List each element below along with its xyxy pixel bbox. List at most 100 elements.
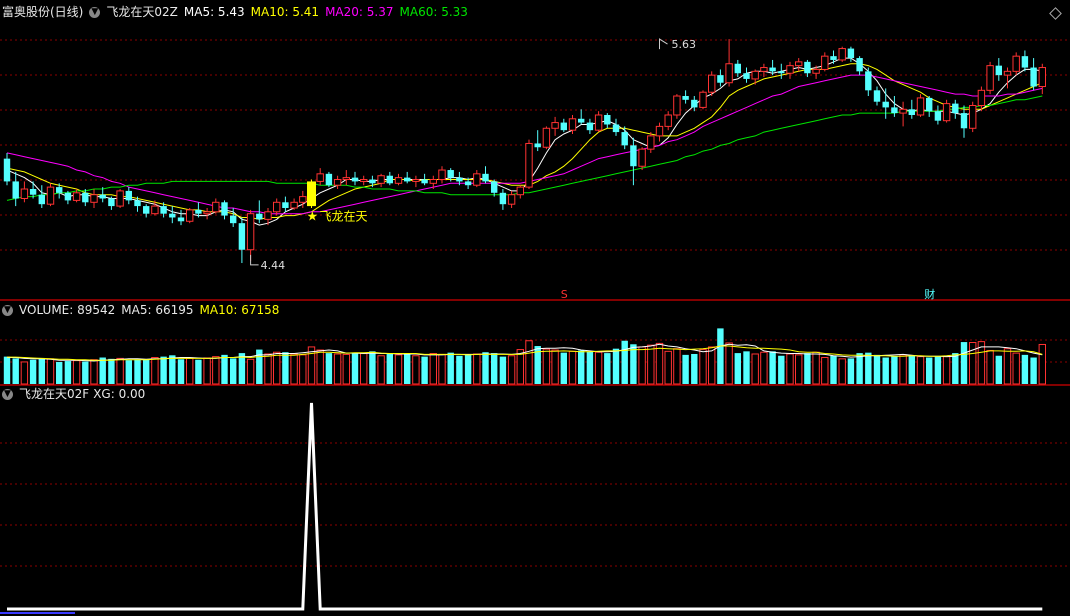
chevron-down-icon[interactable]: ▼ <box>2 389 13 400</box>
volume-bar <box>482 352 489 384</box>
candle-body <box>804 61 811 74</box>
volume-bar <box>82 361 89 384</box>
volume-bar <box>1038 343 1046 385</box>
volume-bar <box>360 353 368 385</box>
s-marker[interactable]: S <box>561 288 568 301</box>
candle-body <box>421 179 428 184</box>
volume-bar <box>560 352 567 384</box>
chevron-down-icon[interactable]: ▼ <box>2 305 13 316</box>
candle-body <box>108 198 115 207</box>
candle-body <box>795 61 803 67</box>
candle-body <box>499 192 507 205</box>
volume-bar <box>273 351 281 385</box>
volume-bar <box>377 355 385 385</box>
candle-body <box>838 48 846 61</box>
candle-body <box>594 114 603 131</box>
volume-bar <box>316 349 324 385</box>
volume-bar <box>804 353 811 384</box>
indicator-name[interactable]: 飞龙在天02Z <box>106 5 178 19</box>
candle-body <box>56 187 63 193</box>
candle-body <box>743 73 750 79</box>
main-header: 富奥股份(日线) ▼ 飞龙在天02Z MA5: 5.43 MA10: 5.41 MA20:… <box>0 4 474 20</box>
volume-bar <box>769 351 776 384</box>
candle-body <box>290 201 298 209</box>
candle-body <box>134 200 141 207</box>
volume-bar <box>212 356 220 385</box>
signal-header: ▼ 飞龙在天02F XG: 0.00 <box>2 386 151 402</box>
candle-body <box>847 48 855 59</box>
volume-bar <box>386 353 393 384</box>
xg-signal-line <box>7 402 1043 611</box>
candle-body <box>230 215 237 224</box>
volume-bar <box>586 351 594 384</box>
candle-body <box>812 68 820 74</box>
volume-bar <box>525 340 533 385</box>
volume-bar <box>542 348 551 385</box>
candle-body <box>282 202 289 208</box>
volume-bar <box>1003 348 1012 385</box>
finance-marker[interactable]: 财 <box>924 287 935 301</box>
candle-body <box>604 114 611 125</box>
candle-body <box>333 179 342 186</box>
candle-body <box>699 91 707 108</box>
volume-bar <box>20 361 29 385</box>
candle-body <box>786 65 794 74</box>
candle-body <box>891 107 898 114</box>
volume-bar <box>568 350 577 385</box>
volume-bar <box>873 354 881 384</box>
chevron-down-icon[interactable]: ▼ <box>89 7 101 18</box>
candle-body <box>351 177 359 182</box>
star-icon: ★ <box>307 210 319 225</box>
xg-signal-path <box>7 402 1043 611</box>
candle-body <box>969 105 977 129</box>
candle-body <box>342 177 351 181</box>
volume-bar <box>473 353 481 385</box>
volume-bar <box>664 350 672 385</box>
candle-body <box>578 118 585 123</box>
volume-bar <box>717 328 724 384</box>
candle-body <box>3 158 11 182</box>
volume-bar <box>499 356 507 384</box>
candle-body <box>655 125 664 137</box>
volume-bar <box>838 358 846 385</box>
candle-body <box>212 201 220 213</box>
candle-body <box>691 99 698 108</box>
candle-body <box>926 97 933 112</box>
candle-body <box>882 101 889 108</box>
volume-bar <box>456 355 463 384</box>
stock-name[interactable]: 富奥股份(日线) <box>2 5 83 19</box>
signal-label: 飞龙在天 <box>320 210 368 224</box>
candle-body <box>908 109 915 115</box>
signal-indicator-name[interactable]: 飞龙在天02F <box>19 387 89 401</box>
volume-bar <box>891 356 898 384</box>
candle-body <box>1038 67 1046 88</box>
volume-bar <box>143 359 150 384</box>
volume-bar <box>421 356 428 384</box>
candle-body <box>647 135 655 150</box>
candle-body <box>873 90 881 102</box>
volume-bar <box>412 355 420 385</box>
candle-body <box>899 108 907 114</box>
candle-body <box>586 122 594 131</box>
candle-body <box>177 217 185 222</box>
volume-bar <box>795 354 803 385</box>
volume-bar <box>673 348 681 385</box>
candle-body <box>12 181 19 199</box>
candle-body <box>682 96 689 100</box>
candle-body <box>542 127 551 148</box>
volume-bar <box>908 355 915 384</box>
candle-body <box>360 179 368 182</box>
candle-body <box>299 196 307 203</box>
candle-body <box>438 169 446 181</box>
volume-bar <box>743 351 750 384</box>
ma10-value: MA10: 5.41 <box>250 5 320 19</box>
volume-bar <box>290 353 298 385</box>
volume-bar <box>856 353 863 384</box>
volume-bar <box>230 358 237 384</box>
candle-body <box>203 211 211 215</box>
volume-bar <box>264 353 272 385</box>
candle-body <box>865 71 872 91</box>
candle-body <box>516 186 524 196</box>
volume-bar <box>108 358 115 384</box>
volume-bar <box>682 354 689 384</box>
